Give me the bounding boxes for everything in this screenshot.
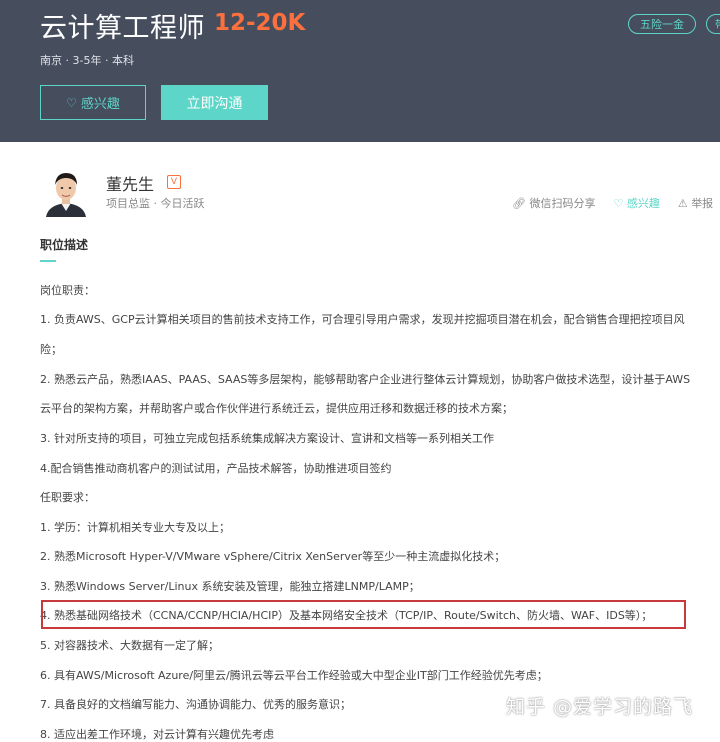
report-link[interactable]: ⚠ 举报: [678, 195, 713, 211]
description-line: 2. 熟悉Microsoft Hyper-V/VMware vSphere/Ci…: [40, 550, 506, 563]
description-line: 2. 熟悉云产品，熟悉IAAS、PAAS、SAAS等多层架构，能够帮助客户企业进…: [40, 373, 691, 386]
description-line: 险；: [40, 343, 62, 356]
watermark: 知乎 @爱学习的路飞: [506, 696, 694, 718]
link-icon: 🔗︎: [512, 197, 530, 210]
interest-button-label: 感兴趣: [80, 97, 120, 112]
description-line: 8. 适应出差工作环境，对云计算有兴趣优先考虑: [40, 728, 274, 741]
description-line: 云平台的架构方案，并帮助客户或合作伙伴进行系统迁云，提供应用迁移和数据迁移的技术…: [40, 402, 513, 415]
recruiter-meta: 项目总监 · 今日活跃: [106, 197, 205, 210]
benefit-tag: 带: [706, 14, 720, 34]
description-line: 1. 学历：计算机相关专业大专及以上；: [40, 521, 230, 534]
verified-badge-icon: V: [167, 175, 181, 189]
description-line: 3. 针对所支持的项目，可独立完成包括系统集成解决方案设计、宣讲和文档等一系列相…: [40, 432, 494, 445]
description-line: 7. 具备良好的文档编写能力、沟通协调能力、优秀的服务意识；: [40, 698, 351, 711]
interest-button[interactable]: ♡ 感兴趣: [40, 85, 146, 120]
highlight-box: [41, 600, 686, 629]
avatar: [44, 167, 88, 217]
job-header: 云计算工程师 12-20K 南京 · 3-5年 · 本科 ♡ 感兴趣 立即沟通 …: [0, 0, 720, 142]
like-link[interactable]: ♡ 感兴趣: [613, 195, 659, 211]
description-line: 岗位职责：: [40, 284, 95, 297]
section-title: 职位描述: [40, 238, 89, 252]
description-line: 任职要求：: [40, 491, 95, 504]
description-line: 6. 具有AWS/Microsoft Azure/阿里云/腾讯云等云平台工作经验…: [40, 669, 548, 682]
description-line: 5. 对容器技术、大数据有一定了解；: [40, 639, 219, 652]
salary: 12-20K: [214, 10, 306, 36]
warning-icon: ⚠: [677, 197, 692, 210]
heart-icon: ♡: [66, 95, 77, 110]
job-meta: 南京 · 3-5年 · 本科: [40, 54, 134, 67]
share-link[interactable]: 🔗︎ 微信扫码分享: [512, 195, 595, 211]
description-line: 1. 负责AWS、GCP云计算相关项目的售前技术支持工作，可合理引导用户需求，发…: [40, 313, 685, 326]
description-line: 4.配合销售推动商机客户的测试试用，产品技术解答，协助推进项目签约: [40, 462, 392, 475]
heart-icon: ♡: [613, 197, 627, 210]
benefit-tag: 五险一金: [628, 14, 696, 34]
job-actions: 🔗︎ 微信扫码分享 ♡ 感兴趣 ⚠ 举报: [512, 195, 713, 211]
description-line: 3. 熟悉Windows Server/Linux 系统安装及管理，能独立搭建L…: [40, 580, 420, 593]
section-underline: [40, 260, 56, 262]
chat-now-button[interactable]: 立即沟通: [161, 85, 268, 120]
recruiter-name: 董先生: [106, 175, 155, 194]
job-title: 云计算工程师: [40, 13, 205, 44]
